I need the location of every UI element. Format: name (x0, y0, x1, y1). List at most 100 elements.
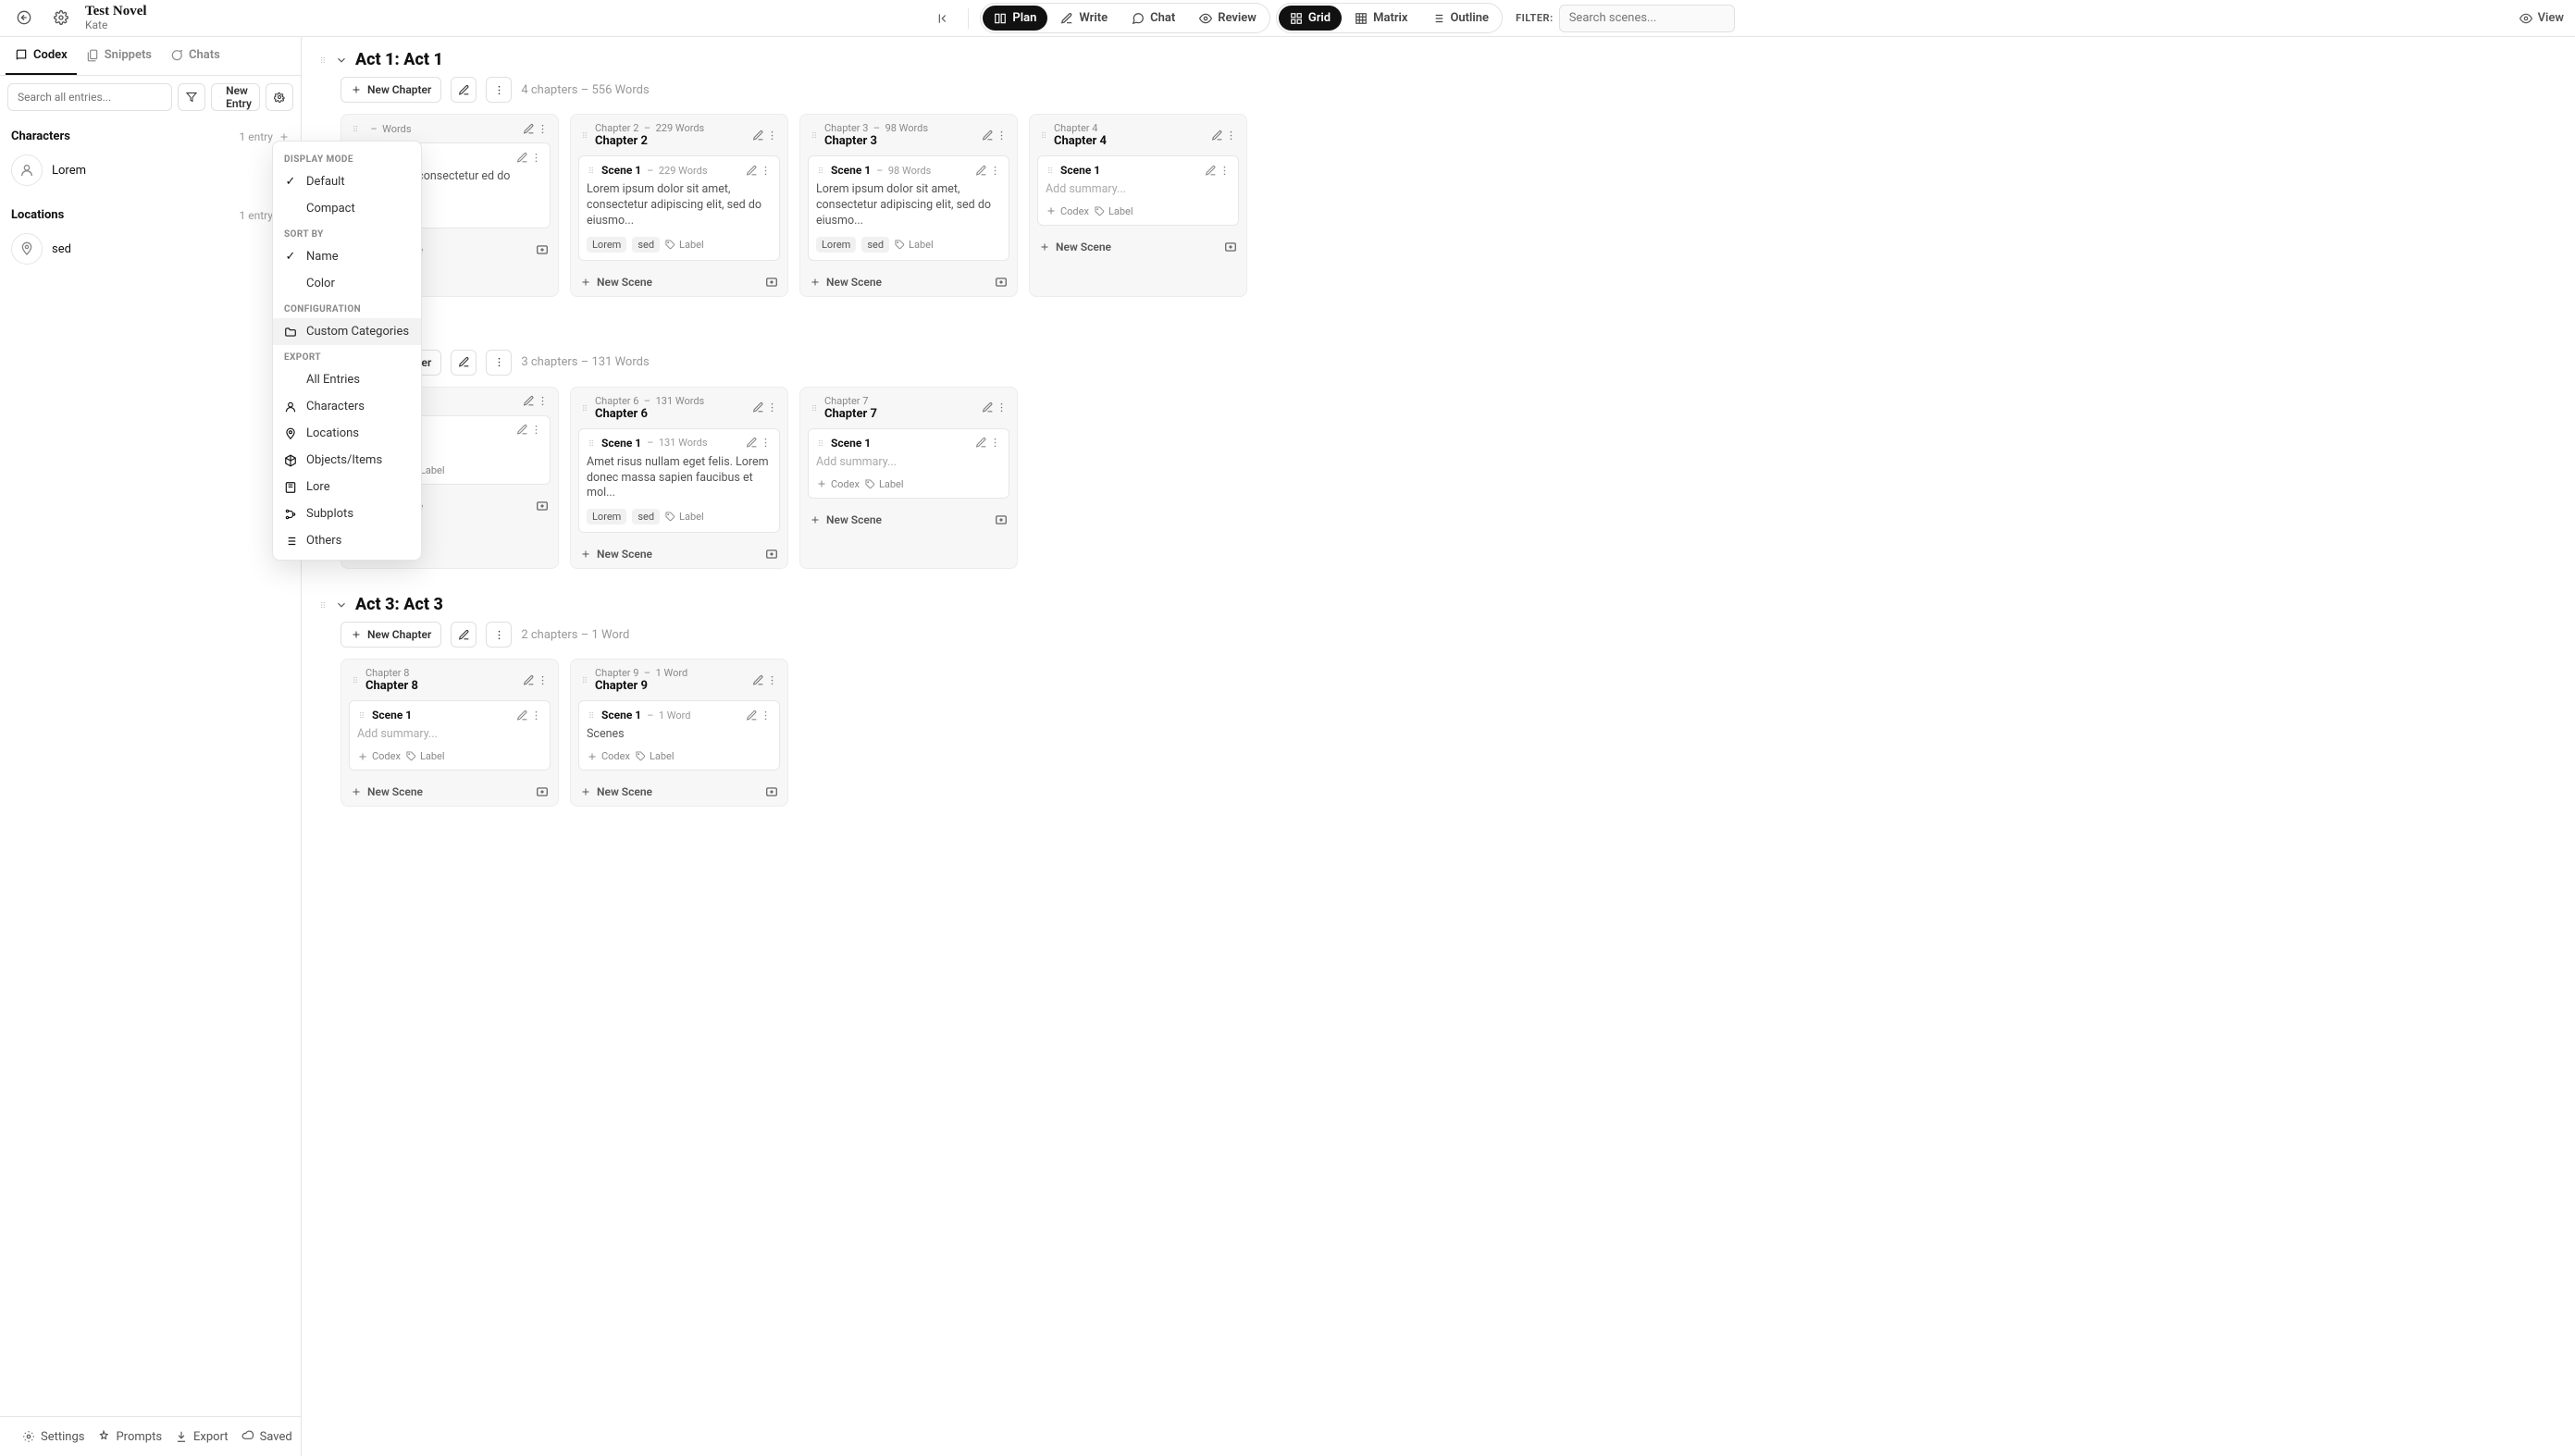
edit-chapter-icon[interactable] (982, 130, 994, 142)
back-icon[interactable] (11, 5, 37, 31)
scene-menu-icon[interactable] (530, 424, 542, 436)
drag-icon[interactable] (587, 437, 596, 450)
chevron-down-icon[interactable] (335, 54, 348, 67)
sidebar-search-input[interactable] (7, 83, 172, 111)
new-scene-button[interactable]: New Scene (800, 268, 1017, 296)
locations-heading[interactable]: Locations 1 entry (7, 203, 293, 228)
new-scene-box-icon[interactable] (765, 548, 778, 561)
drag-icon[interactable] (318, 598, 328, 611)
menu-item-subplots[interactable]: Subplots (273, 500, 421, 527)
menu-item-objects[interactable]: Objects/Items (273, 447, 421, 474)
edit-chapter-icon[interactable] (752, 130, 764, 142)
tab-outline[interactable]: Outline (1420, 6, 1500, 31)
footer-export[interactable]: Export (175, 1430, 229, 1444)
drag-icon[interactable] (357, 709, 366, 722)
scene-summary[interactable]: Add summary... (816, 455, 1001, 471)
scene-menu-icon[interactable] (760, 437, 772, 449)
chapter-menu-icon[interactable] (996, 401, 1008, 413)
new-scene-button[interactable]: New Scene (1030, 233, 1246, 261)
menu-item-locations[interactable]: Locations (273, 420, 421, 447)
drag-icon[interactable] (580, 129, 589, 142)
scene-menu-icon[interactable] (1219, 165, 1231, 177)
drag-icon[interactable] (318, 54, 328, 67)
edit-scene-icon[interactable] (516, 709, 528, 722)
codex-token[interactable]: Lorem (587, 509, 626, 524)
drag-icon[interactable] (816, 437, 825, 450)
view-button[interactable]: View (2519, 11, 2564, 25)
tab-review[interactable]: Review (1188, 6, 1268, 31)
edit-scene-icon[interactable] (975, 437, 987, 449)
chapter-menu-icon[interactable] (766, 674, 778, 686)
gear-icon[interactable] (48, 5, 74, 31)
codex-token[interactable]: sed (632, 509, 660, 524)
new-chapter-button[interactable]: New Chapter (340, 622, 441, 648)
new-scene-box-icon[interactable] (995, 513, 1008, 526)
new-entry-button[interactable]: New Entry (211, 83, 260, 111)
scene-summary[interactable]: Lorem ipsum dolor sit amet, consectetur … (816, 182, 1001, 229)
new-scene-box-icon[interactable] (536, 243, 549, 256)
new-scene-box-icon[interactable] (536, 785, 549, 798)
edit-scene-icon[interactable] (746, 437, 758, 449)
drag-icon[interactable] (810, 401, 819, 414)
add-label-button[interactable]: Label (665, 239, 704, 251)
new-scene-box-icon[interactable] (765, 785, 778, 798)
drag-icon[interactable] (351, 673, 360, 686)
scene-menu-icon[interactable] (760, 709, 772, 722)
new-scene-button[interactable]: New Scene (341, 778, 558, 806)
add-codex-button[interactable]: Codex (587, 750, 630, 762)
new-scene-button[interactable]: New Scene (571, 778, 787, 806)
tab-grid[interactable]: Grid (1279, 6, 1342, 31)
chapter-menu-icon[interactable] (766, 130, 778, 142)
characters-heading[interactable]: Characters 1 entry (7, 124, 293, 149)
edit-scene-icon[interactable] (1205, 165, 1217, 177)
add-codex-button[interactable]: Codex (816, 478, 860, 490)
scene-menu-icon[interactable] (530, 152, 542, 164)
edit-scene-icon[interactable] (975, 165, 987, 177)
menu-item-compact[interactable]: Compact (273, 195, 421, 222)
chapter-menu-icon[interactable] (1225, 130, 1237, 142)
edit-act-button[interactable] (451, 77, 477, 103)
edit-chapter-icon[interactable] (523, 674, 535, 686)
chapter-menu-icon[interactable] (537, 395, 549, 407)
scene-menu-icon[interactable] (989, 165, 1001, 177)
edit-chapter-icon[interactable] (523, 395, 535, 407)
codex-token[interactable]: Lorem (816, 237, 856, 253)
scene-summary[interactable]: Scenes (587, 727, 772, 743)
chapter-menu-icon[interactable] (537, 674, 549, 686)
scene-menu-icon[interactable] (989, 437, 1001, 449)
drag-icon[interactable] (1039, 129, 1048, 142)
edit-scene-icon[interactable] (746, 709, 758, 722)
tab-chat[interactable]: Chat (1120, 6, 1186, 31)
menu-item-others[interactable]: Others (273, 527, 421, 554)
edit-scene-icon[interactable] (516, 424, 528, 436)
collapse-sidebar-icon[interactable] (931, 6, 957, 31)
act-menu-button[interactable] (486, 622, 512, 648)
scene-menu-icon[interactable] (760, 165, 772, 177)
drag-icon[interactable] (580, 401, 589, 414)
menu-item-all-entries[interactable]: All Entries (273, 366, 421, 393)
sidebar-settings-icon[interactable] (266, 83, 293, 111)
new-scene-button[interactable]: New Scene (571, 268, 787, 296)
drag-icon[interactable] (1046, 164, 1055, 177)
tab-matrix[interactable]: Matrix (1343, 6, 1418, 31)
edit-scene-icon[interactable] (746, 165, 758, 177)
edit-chapter-icon[interactable] (752, 674, 764, 686)
edit-act-button[interactable] (451, 350, 477, 376)
scene-summary[interactable]: Amet risus nullam eget felis. Lorem done… (587, 455, 772, 502)
menu-item-lore[interactable]: Lore (273, 474, 421, 500)
edit-chapter-icon[interactable] (982, 401, 994, 413)
menu-item-color[interactable]: Color (273, 270, 421, 297)
sidebar-tab-chats[interactable]: Chats (161, 37, 229, 75)
scene-menu-icon[interactable] (530, 709, 542, 722)
add-label-button[interactable]: Label (865, 478, 904, 490)
new-scene-box-icon[interactable] (995, 276, 1008, 289)
add-label-button[interactable]: Label (406, 750, 445, 762)
act-menu-button[interactable] (486, 77, 512, 103)
scene-summary[interactable]: Add summary... (1046, 182, 1231, 198)
tab-plan[interactable]: Plan (983, 6, 1047, 31)
menu-item-characters[interactable]: Characters (273, 393, 421, 420)
footer-settings[interactable]: Settings (22, 1430, 84, 1444)
new-scene-box-icon[interactable] (765, 276, 778, 289)
chevron-down-icon[interactable] (335, 598, 348, 611)
edit-scene-icon[interactable] (516, 152, 528, 164)
